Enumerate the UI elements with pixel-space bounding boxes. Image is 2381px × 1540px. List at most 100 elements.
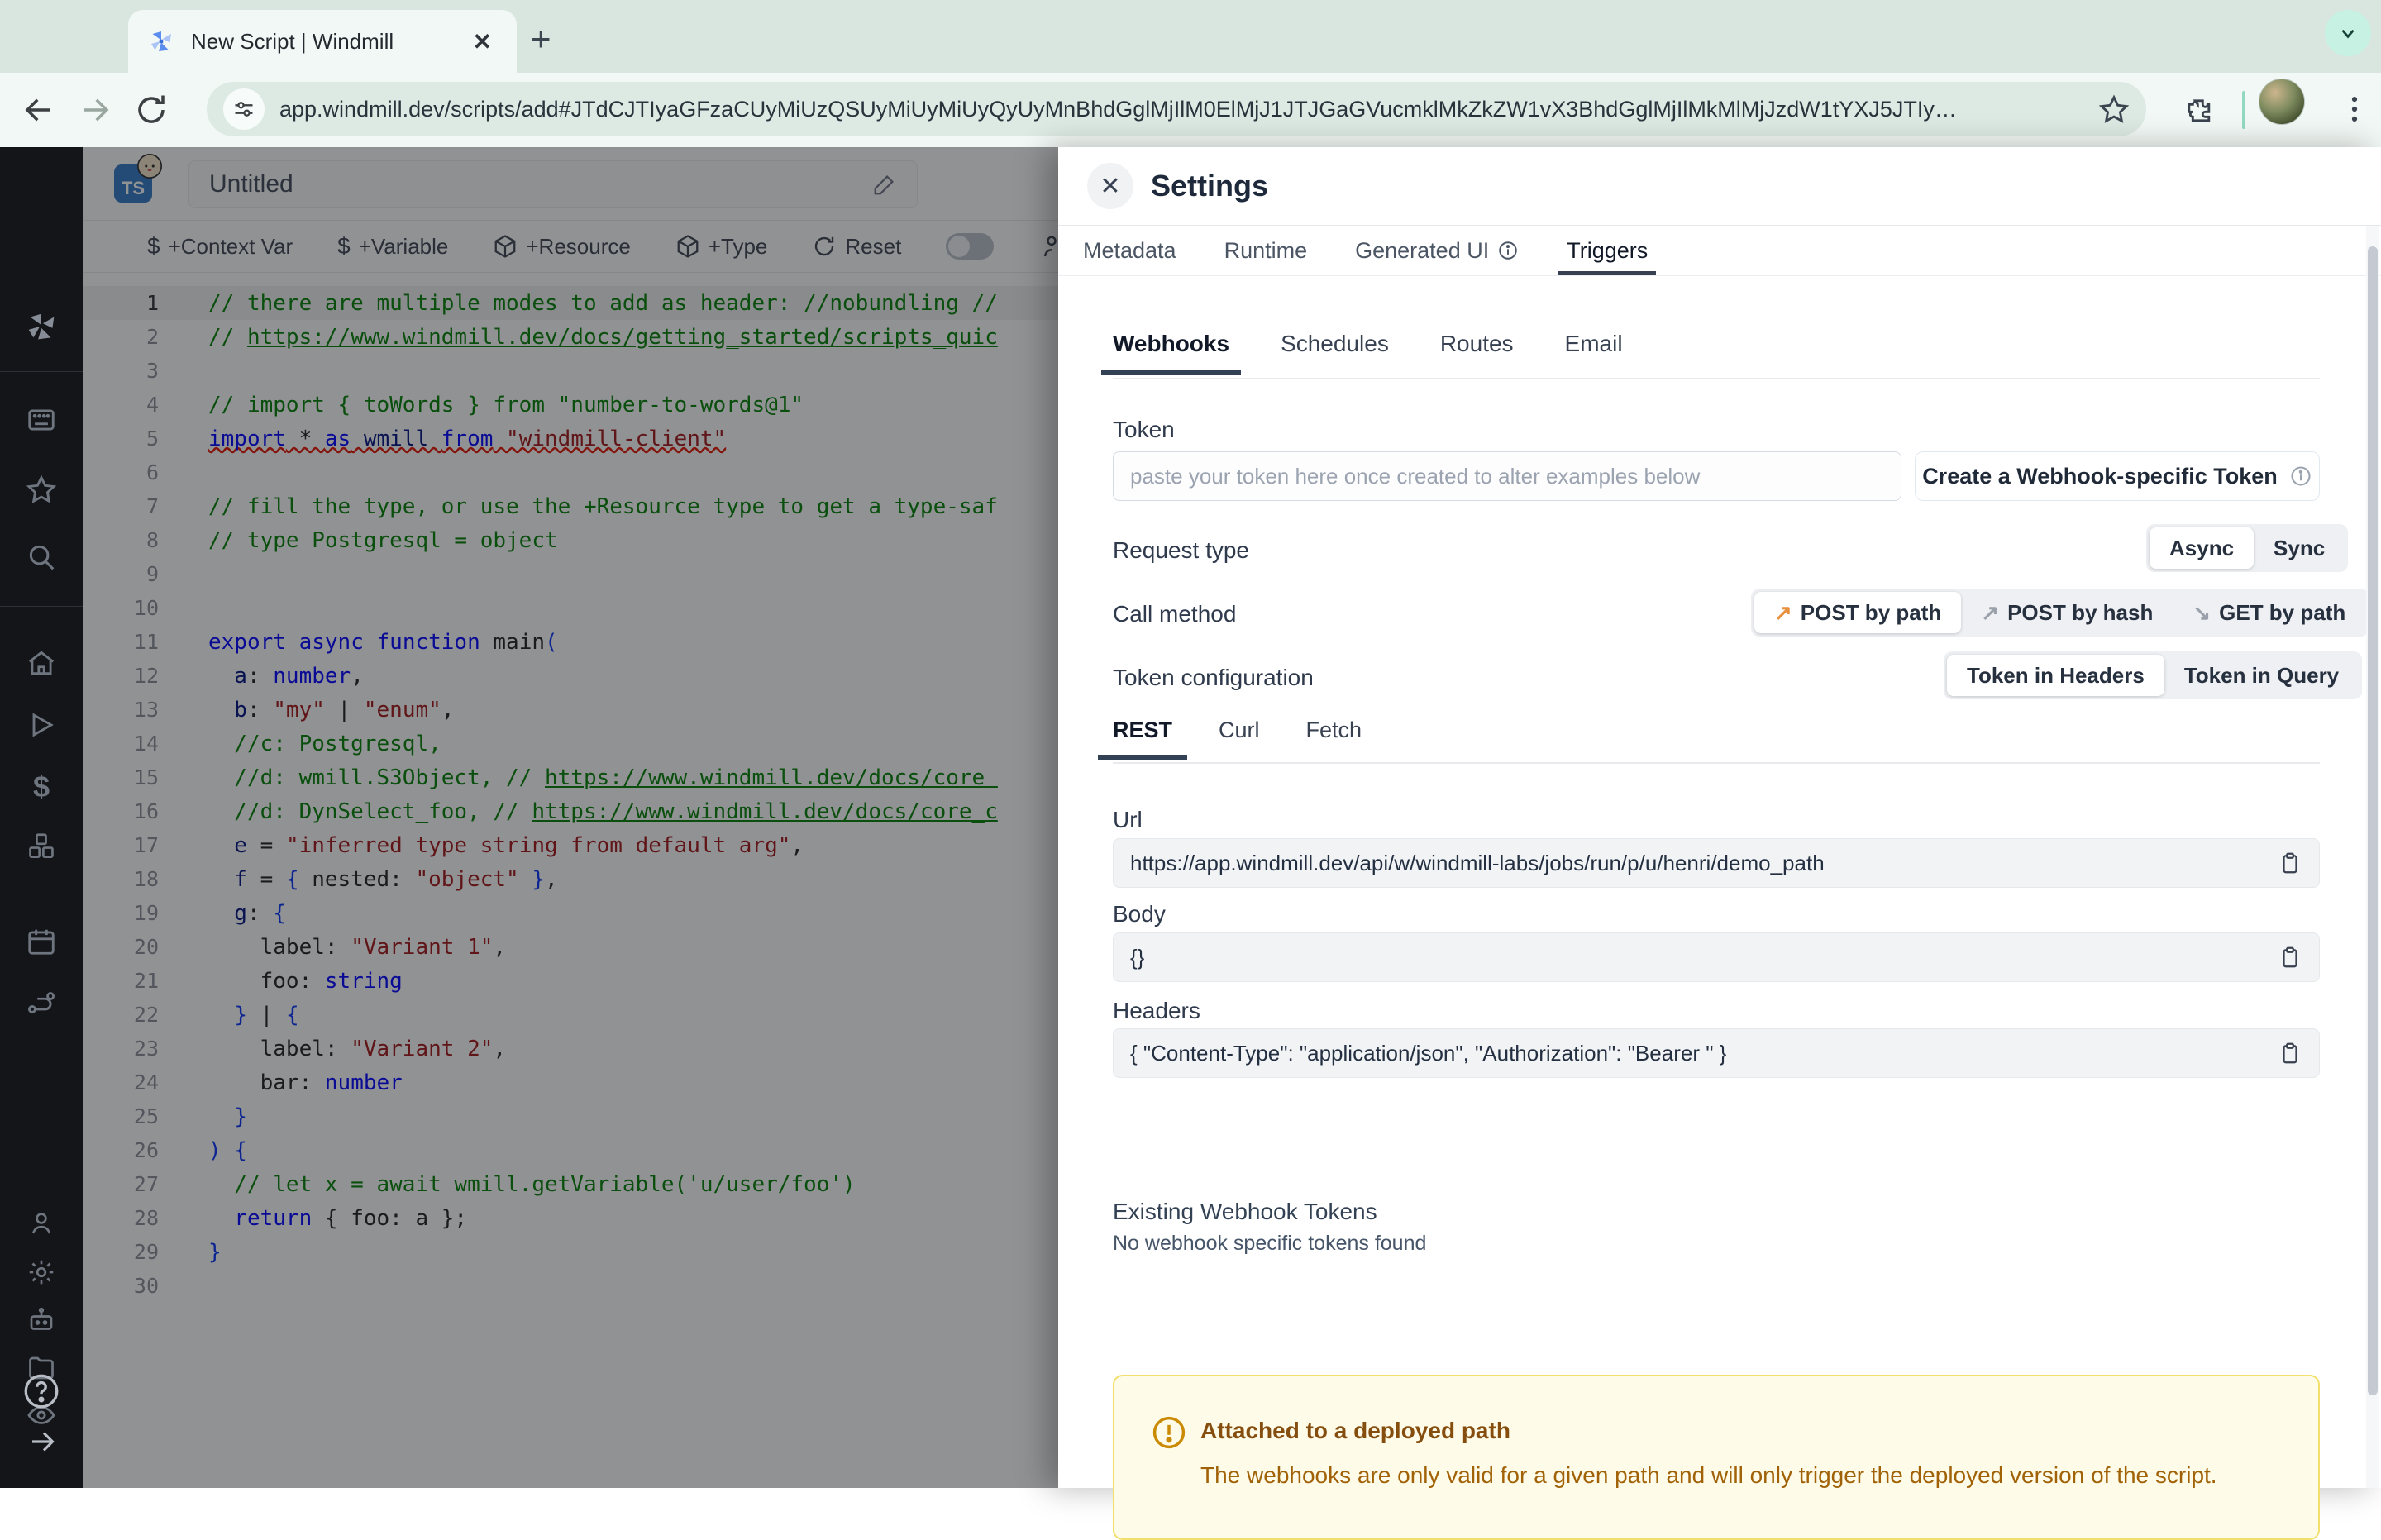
- tab-generated-ui[interactable]: Generated UI: [1355, 226, 1519, 275]
- tab-strip: New Script | Windmill ✕ +: [0, 0, 2381, 73]
- toolbar-separator: [2242, 91, 2245, 129]
- tab-triggers[interactable]: Triggers: [1558, 226, 1657, 275]
- windmill-app: $ TS Untitled $ +Context Var $ +Variable…: [0, 147, 2381, 1540]
- sidebar-item-favorites[interactable]: [0, 474, 83, 505]
- deployed-path-warning: Attached to a deployed path The webhooks…: [1113, 1375, 2320, 1540]
- url-text[interactable]: app.windmill.dev/scripts/add#JTdCJTIyaGF…: [279, 97, 2082, 122]
- request-type-label: Request type: [1113, 537, 1249, 563]
- tab-email[interactable]: Email: [1565, 331, 1623, 375]
- sidebar-item-users[interactable]: [0, 1209, 83, 1238]
- info-icon: [1497, 240, 1519, 261]
- bookmark-star-icon[interactable]: [2098, 93, 2130, 125]
- tab-routes[interactable]: Routes: [1440, 331, 1514, 375]
- drawer-scrollbar[interactable]: [2366, 226, 2379, 1488]
- copy-icon[interactable]: [2278, 1041, 2302, 1066]
- info-icon: [2289, 465, 2312, 488]
- url-value: https://app.windmill.dev/api/w/windmill-…: [1130, 850, 1825, 875]
- body-label: Body: [1113, 901, 1166, 927]
- url-label: Url: [1113, 807, 1143, 832]
- windmill-logo-icon[interactable]: [0, 308, 83, 346]
- url-bar[interactable]: app.windmill.dev/scripts/add#JTdCJTIyaGF…: [207, 82, 2146, 136]
- back-button[interactable]: [21, 93, 56, 127]
- extensions-icon[interactable]: [2183, 94, 2216, 127]
- call-method-segment: ↗ POST by path ↗ POST by hash ↘ GET by p…: [1751, 589, 2369, 637]
- new-tab-button[interactable]: +: [531, 21, 551, 56]
- profile-avatar[interactable]: [2259, 79, 2305, 125]
- reload-button[interactable]: [134, 93, 169, 127]
- window-chevron-button[interactable]: [2325, 10, 2371, 56]
- arrow-down-right-icon: ↘: [2193, 599, 2212, 625]
- token-config-segment: Token in Headers Token in Query: [1944, 651, 2363, 699]
- create-webhook-token-button[interactable]: Create a Webhook-specific Token: [1915, 451, 2320, 501]
- sidebar-item-variables[interactable]: $: [0, 770, 83, 804]
- forward-button[interactable]: [78, 93, 112, 127]
- sidebar-item-workers[interactable]: [0, 1305, 83, 1335]
- close-drawer-button[interactable]: ✕: [1087, 163, 1133, 209]
- browser-tab[interactable]: New Script | Windmill ✕: [128, 10, 517, 73]
- tab-schedules[interactable]: Schedules: [1281, 331, 1389, 375]
- example-tabs: REST Curl Fetch: [1097, 718, 1362, 760]
- tab-runtime[interactable]: Runtime: [1224, 226, 1308, 275]
- existing-tokens-empty: No webhook specific tokens found: [1113, 1232, 1427, 1255]
- option-token-in-query[interactable]: Token in Query: [2164, 655, 2359, 696]
- option-sync[interactable]: Sync: [2254, 527, 2345, 569]
- tab-close-icon[interactable]: ✕: [466, 28, 499, 55]
- body-field[interactable]: {}: [1113, 932, 2320, 982]
- drawer-title: Settings: [1151, 169, 1269, 203]
- request-type-segment: Async Sync: [2146, 524, 2349, 572]
- sidebar-item-settings[interactable]: [0, 1257, 83, 1287]
- headers-field[interactable]: { "Content-Type": "application/json", "A…: [1113, 1028, 2320, 1078]
- help-icon[interactable]: [21, 1371, 62, 1412]
- scrollbar-thumb[interactable]: [2368, 246, 2378, 1395]
- expand-sidebar-icon[interactable]: [26, 1424, 61, 1459]
- settings-drawer: ✕ Settings Metadata Runtime Generated UI…: [1058, 147, 2381, 1540]
- site-settings-icon[interactable]: [223, 88, 265, 130]
- divider: [1113, 762, 2320, 764]
- settings-tabs: Metadata Runtime Generated UI Triggers: [1083, 226, 1657, 275]
- arrow-up-right-icon: ↗: [1981, 599, 2000, 625]
- browser-toolbar: app.windmill.dev/scripts/add#JTdCJTIyaGF…: [0, 73, 2381, 147]
- sidebar-item-schedules[interactable]: [0, 926, 83, 957]
- sidebar-item-home[interactable]: [0, 647, 83, 679]
- token-label: Token: [1113, 417, 1175, 442]
- drawer-backdrop[interactable]: [83, 147, 1058, 1488]
- option-post-by-path[interactable]: ↗ POST by path: [1754, 592, 1962, 633]
- tab-curl[interactable]: Curl: [1219, 718, 1260, 760]
- divider: [1058, 275, 2381, 276]
- sidebar-item-runs[interactable]: [0, 710, 83, 740]
- headers-label: Headers: [1113, 998, 1200, 1023]
- existing-tokens-heading: Existing Webhook Tokens: [1113, 1199, 1377, 1224]
- warning-body: The webhooks are only valid for a given …: [1200, 1462, 2217, 1488]
- sidebar-item-workspace[interactable]: [0, 404, 83, 436]
- sidebar-item-routes[interactable]: [0, 987, 83, 1018]
- token-config-label: Token configuration: [1113, 665, 1314, 690]
- copy-icon[interactable]: [2278, 851, 2302, 875]
- browser-menu-icon[interactable]: [2336, 91, 2373, 127]
- tab-rest[interactable]: REST: [1097, 718, 1188, 760]
- browser-chrome: New Script | Windmill ✕ + app.windmill.d…: [0, 0, 2381, 147]
- alert-circle-icon: [1151, 1414, 1187, 1451]
- tab-fetch[interactable]: Fetch: [1306, 718, 1362, 760]
- option-token-in-headers[interactable]: Token in Headers: [1947, 655, 2164, 696]
- trigger-tabs: Webhooks Schedules Routes Email: [1100, 331, 1623, 375]
- option-async[interactable]: Async: [2150, 527, 2255, 569]
- sidebar-divider: [0, 371, 83, 372]
- arrow-up-right-icon: ↗: [1774, 599, 1792, 625]
- token-input[interactable]: [1113, 451, 1901, 501]
- call-method-label: Call method: [1113, 601, 1237, 627]
- windmill-favicon-icon: [146, 26, 176, 56]
- tab-webhooks[interactable]: Webhooks: [1100, 331, 1242, 375]
- copy-icon[interactable]: [2278, 945, 2302, 970]
- sidebar-item-resources[interactable]: [0, 831, 83, 862]
- sidebar-item-search[interactable]: [0, 541, 83, 573]
- warning-title: Attached to a deployed path: [1200, 1418, 1510, 1443]
- tab-metadata[interactable]: Metadata: [1083, 226, 1176, 275]
- option-post-by-hash[interactable]: ↗ POST by hash: [1961, 592, 2173, 633]
- tab-title: New Script | Windmill: [191, 28, 394, 54]
- sidebar-divider: [0, 606, 83, 607]
- url-field[interactable]: https://app.windmill.dev/api/w/windmill-…: [1113, 838, 2320, 888]
- body-value: {}: [1130, 944, 1145, 970]
- sidebar: $: [0, 147, 83, 1488]
- option-get-by-path[interactable]: ↘ GET by path: [2173, 592, 2365, 633]
- headers-value: { "Content-Type": "application/json", "A…: [1130, 1040, 1727, 1066]
